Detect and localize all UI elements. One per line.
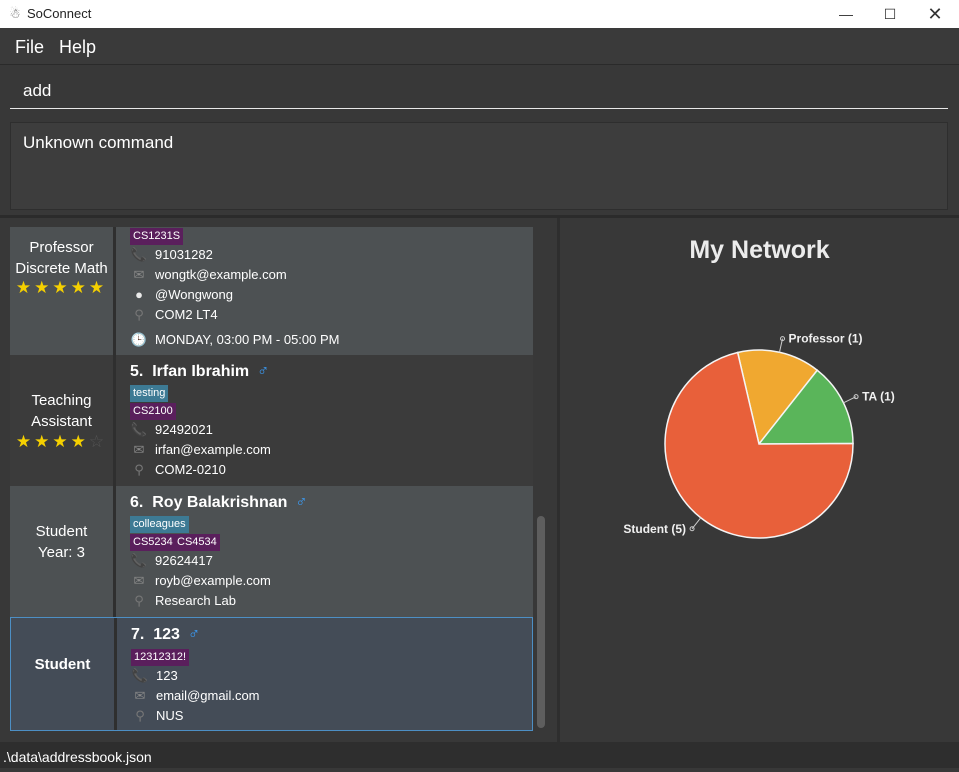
- phone-icon: 📞: [130, 553, 148, 568]
- pie-slice-label: Professor (1): [789, 332, 863, 346]
- module-tag: CS1231S: [130, 228, 184, 245]
- app-icon: ☃: [9, 6, 21, 21]
- contact-list[interactable]: Professor Discrete Math ★★★★★ CS1231S 📞 9…: [0, 218, 557, 742]
- minimize-button[interactable]: —: [823, 0, 869, 28]
- card-body: CS1231S 📞 91031282 ✉ wongtk@example.com ● @…: [116, 227, 533, 355]
- card-role-panel: Professor Discrete Math ★★★★★: [10, 227, 113, 355]
- location-icon: ⚲: [134, 593, 144, 608]
- command-box: add: [0, 65, 959, 115]
- male-icon: ♂: [187, 626, 200, 643]
- pie-slice-label: Student (5): [623, 522, 686, 536]
- window-title: SoConnect: [27, 6, 92, 21]
- contact-card[interactable]: Teaching Assistant ★★★★☆ 5. Irfan Ibrahi…: [10, 355, 533, 486]
- location-row: ⚲ COM2-0210: [130, 460, 226, 480]
- role-line: Teaching: [31, 392, 92, 409]
- email-row: ✉ email@gmail.com: [131, 686, 260, 706]
- github-row: ● @Wongwong: [130, 285, 233, 305]
- rating-stars: ★★★★☆: [15, 432, 108, 451]
- mail-icon: ✉: [133, 442, 145, 457]
- card-body: 5. Irfan Ibrahim ♂ testing CS2100 📞 924920…: [116, 355, 533, 486]
- mail-icon: ✉: [133, 267, 145, 282]
- phone-row: 📞 92624417: [130, 551, 213, 571]
- male-icon: ♂: [295, 494, 308, 511]
- phone-icon: 📞: [130, 247, 148, 262]
- mail-icon: ✉: [134, 688, 146, 703]
- menu-help[interactable]: Help: [59, 37, 96, 58]
- contact-card[interactable]: Student Year: 3 6. Roy Balakrishnan ♂ col…: [10, 486, 533, 617]
- list-scrollbar[interactable]: [537, 516, 545, 728]
- menu-file[interactable]: File: [15, 37, 44, 58]
- module-tag: CS5234: [130, 534, 176, 551]
- card-body: 7. 123 ♂ 12312312! 📞 123 ✉ email@gmail.com …: [117, 618, 532, 730]
- role-line: Discrete Math: [15, 260, 108, 277]
- contact-card-selected[interactable]: Student 7. 123 ♂ 12312312! 📞 123 ✉ email@gm…: [10, 617, 533, 731]
- contact-card[interactable]: Professor Discrete Math ★★★★★ CS1231S 📞 9…: [10, 227, 533, 355]
- contact-name: 5. Irfan Ibrahim ♂: [130, 363, 270, 380]
- title-bar: ☃ SoConnect — ☐ ✕: [0, 0, 959, 28]
- pie-leader-dot: [689, 526, 695, 532]
- github-icon: ●: [135, 287, 143, 302]
- menu-bar: File Help: [0, 28, 959, 65]
- command-input[interactable]: add: [10, 73, 948, 109]
- maximize-button[interactable]: ☐: [867, 0, 913, 28]
- role-line: Student: [35, 523, 88, 540]
- contact-name: 7. 123 ♂: [131, 626, 200, 643]
- network-panel: My Network Professor (1) TA (1) Student (5…: [560, 218, 959, 742]
- location-icon: ⚲: [135, 708, 145, 723]
- office-hours-row: 🕒 MONDAY, 03:00 PM - 05:00 PM: [130, 330, 340, 350]
- contact-name: 6. Roy Balakrishnan ♂: [130, 494, 308, 511]
- card-role-panel: Teaching Assistant ★★★★☆: [10, 355, 113, 486]
- clock-icon: 🕒: [130, 332, 148, 347]
- location-row: ⚲ NUS: [131, 706, 183, 726]
- role-line: Year: 3: [38, 544, 85, 561]
- card-role-panel: Student Year: 3: [10, 486, 113, 617]
- result-display: Unknown command: [10, 122, 948, 210]
- male-icon: ♂: [257, 363, 270, 380]
- tag: testing: [130, 385, 169, 402]
- phone-row: 📞 91031282: [130, 245, 213, 265]
- module-tag: CS2100: [130, 403, 176, 420]
- status-bar: .\data\addressbook.json: [0, 742, 959, 768]
- location-row: ⚲ Research Lab: [130, 591, 236, 611]
- phone-icon: 📞: [131, 668, 149, 683]
- tag: colleagues: [130, 516, 189, 533]
- location-icon: ⚲: [134, 307, 144, 322]
- role-line: Professor: [29, 239, 94, 256]
- email-row: ✉ royb@example.com: [130, 571, 271, 591]
- rating-stars: ★★★★★: [15, 278, 108, 297]
- phone-icon: 📞: [130, 422, 148, 437]
- module-tag: 12312312!: [131, 649, 189, 666]
- email-row: ✉ irfan@example.com: [130, 440, 271, 460]
- role-line: Student: [34, 656, 91, 673]
- close-button[interactable]: ✕: [912, 0, 958, 28]
- mail-icon: ✉: [133, 573, 145, 588]
- phone-row: 📞 92492021: [130, 420, 213, 440]
- email-row: ✉ wongtk@example.com: [130, 265, 287, 285]
- location-icon: ⚲: [134, 462, 144, 477]
- network-pie-chart: Professor (1) TA (1) Student (5): [623, 332, 895, 539]
- card-role-panel: Student: [11, 618, 114, 730]
- card-body: 6. Roy Balakrishnan ♂ colleagues CS5234 C…: [116, 486, 533, 617]
- phone-row: 📞 123: [131, 666, 178, 686]
- location-row: ⚲ COM2 LT4: [130, 305, 217, 325]
- module-tag: CS4534: [174, 534, 220, 551]
- role-line: Assistant: [31, 413, 92, 430]
- pie-slice-label: TA (1): [862, 390, 895, 404]
